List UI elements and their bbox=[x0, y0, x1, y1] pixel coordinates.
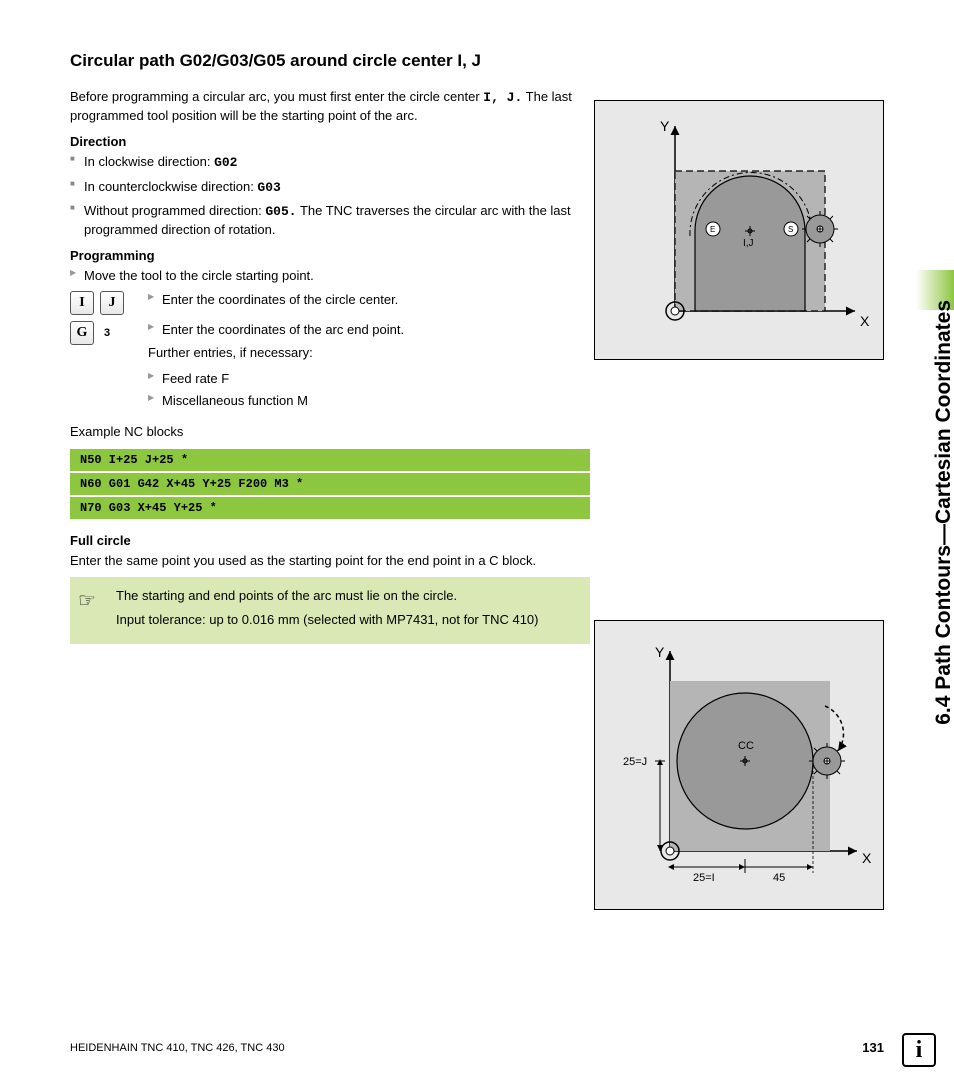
svg-text:S: S bbox=[788, 225, 793, 234]
direction-list: In clockwise direction: G02 In countercl… bbox=[70, 153, 590, 238]
figure-arc-diagram: X Y I,J E S bbox=[594, 100, 884, 360]
figure-fullcircle-diagram: X Y CC 25=J 25=I 45 bbox=[594, 620, 884, 910]
svg-text:25=J: 25=J bbox=[623, 756, 647, 768]
programming-heading: Programming bbox=[70, 248, 590, 263]
nc-block: N60 G01 G42 X+45 Y+25 F200 M3 * bbox=[70, 473, 590, 495]
svg-text:E: E bbox=[710, 225, 715, 234]
svg-text:CC: CC bbox=[738, 740, 754, 752]
svg-text:Y: Y bbox=[655, 644, 665, 660]
key-row-g: G 3 Enter the coordinates of the arc end… bbox=[70, 321, 590, 413]
intro-paragraph: Before programming a circular arc, you m… bbox=[70, 88, 590, 124]
svg-text:45: 45 bbox=[773, 872, 785, 884]
footer-text: HEIDENHAIN TNC 410, TNC 426, TNC 430 bbox=[70, 1042, 285, 1054]
info-icon: i bbox=[902, 1033, 936, 1067]
svg-text:X: X bbox=[860, 313, 870, 329]
key-j: J bbox=[100, 291, 124, 315]
fullcircle-text: Enter the same point you used as the sta… bbox=[70, 552, 590, 570]
fullcircle-heading: Full circle bbox=[70, 533, 590, 548]
example-label: Example NC blocks bbox=[70, 423, 590, 441]
pointing-hand-icon: ☞ bbox=[78, 587, 96, 615]
section-title-vertical: 6.4 Path Contours—Cartesian Coordinates bbox=[932, 300, 954, 725]
svg-text:I,J: I,J bbox=[743, 238, 754, 249]
programming-step: Move the tool to the circle starting poi… bbox=[70, 267, 590, 285]
key-g-badge: 3 bbox=[104, 327, 110, 339]
key-g: G bbox=[70, 321, 94, 345]
svg-text:X: X bbox=[862, 850, 872, 866]
nc-blocks: N50 I+25 J+25 * N60 G01 G42 X+45 Y+25 F2… bbox=[70, 449, 590, 519]
key-row-ij: I J Enter the coordinates of the circle … bbox=[70, 291, 590, 315]
svg-text:Y: Y bbox=[660, 118, 670, 134]
svg-text:25=I: 25=I bbox=[693, 872, 715, 884]
direction-heading: Direction bbox=[70, 134, 590, 149]
nc-block: N50 I+25 J+25 * bbox=[70, 449, 590, 471]
key-i: I bbox=[70, 291, 94, 315]
note-box: ☞ The starting and end points of the arc… bbox=[70, 577, 590, 644]
nc-block: N70 G03 X+45 Y+25 * bbox=[70, 497, 590, 519]
page-title: Circular path G02/G03/G05 around circle … bbox=[70, 50, 590, 72]
page-number: 131 bbox=[862, 1040, 884, 1055]
